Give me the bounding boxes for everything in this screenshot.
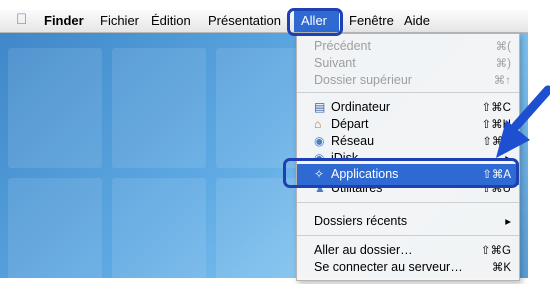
screen:  Finder Fichier Édition Présentation Al… [0,0,550,284]
pointer-arrow-icon [496,85,550,158]
